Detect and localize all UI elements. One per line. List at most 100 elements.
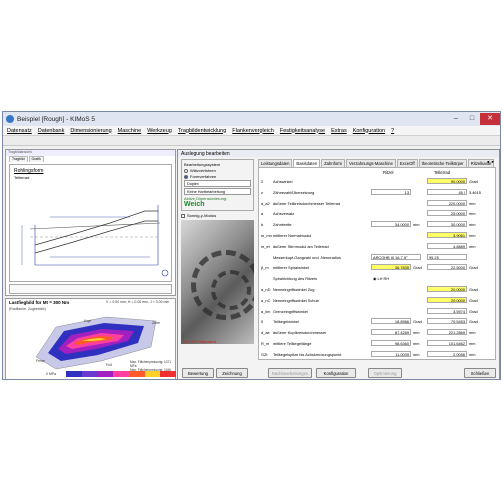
tab-5[interactable]: theoretische Teilkörper	[418, 159, 467, 167]
menu-item-4[interactable]: Werkzeug	[147, 128, 172, 134]
ritzel-value[interactable]: 36.7835	[371, 264, 411, 271]
radio-waelzverfahren[interactable]: Wälzverfahren	[184, 168, 251, 173]
menu-item-8[interactable]: Extras	[331, 128, 347, 134]
toolbar	[3, 136, 500, 146]
row-symbol: GZt	[261, 351, 268, 357]
tellerrad-value[interactable]: 101.6462	[427, 340, 467, 346]
label-fuss: Fuß	[106, 363, 113, 367]
tellerrad-value[interactable]: 22.5000	[427, 264, 467, 271]
table-row: Spiralrichtung des Ritzels ◉ LH RH	[259, 275, 495, 282]
row-label: Zähnezahl/Übersetzung	[273, 189, 315, 195]
tellerrad-value[interactable]: 221.2869	[427, 329, 467, 336]
contact-pattern-panel: Tragbildansicht Tragbild Grafik Rohlings…	[5, 149, 176, 296]
table-row: m_et äußerer Stirnmodul am Tellerrad 4.888…	[259, 242, 495, 250]
row-label: Achswinkel	[273, 179, 293, 184]
maximize-icon[interactable]: □	[464, 113, 480, 125]
tab-tragbild[interactable]: Tragbild	[9, 156, 28, 162]
menu-item-2[interactable]: Dimensionierung	[70, 128, 111, 134]
tellerrad-unit: mm	[469, 200, 476, 206]
zeichnung-button[interactable]: Zeichnung	[216, 368, 248, 378]
dialog-left-column: Bearbeitungssystem Wälzverfahren Formver…	[181, 159, 254, 366]
row-symbol: d_ae	[261, 330, 270, 336]
menu-item-10[interactable]: ?	[391, 128, 394, 134]
tellerrad-value[interactable]: 220.0000	[427, 199, 467, 206]
tellerrad-value[interactable]: 20.0000	[427, 286, 467, 292]
row-symbol: d_a2	[261, 200, 270, 206]
spiral-radio[interactable]: ◉ LH RH	[373, 276, 389, 281]
panel-statusbar	[9, 284, 172, 294]
schliessen-button[interactable]: Schließen	[464, 368, 496, 378]
basisdaten-table: Ritzel Tellerrad Σ Achswinkel 90.0000 Grad z…	[258, 167, 496, 360]
menu-item-1[interactable]: Datenbank	[38, 128, 65, 134]
label-ferse: Ferse	[36, 359, 45, 363]
close-icon[interactable]: ✕	[480, 113, 500, 125]
tellerrad-unit: 3.4615	[469, 189, 481, 195]
tab-0[interactable]: Leistungsdaten	[258, 159, 293, 167]
row-symbol: R_m	[261, 341, 270, 346]
row-symbol: α_lim	[261, 308, 271, 314]
sonnig-checkbox[interactable]: Sonnig-y-Modus	[181, 213, 254, 218]
select-duplex[interactable]: Duplex	[184, 180, 251, 187]
table-row: R_m mittlere Teilkegellänge 98.6360 mm 101.6…	[259, 340, 495, 347]
cutter-select[interactable]: ARCOHB III 16-7.5°	[371, 253, 421, 260]
pressure-color-scale	[66, 371, 177, 377]
tellerrad-value[interactable]: 30.0000	[427, 221, 467, 228]
menu-item-7[interactable]: Festigkeitsanalyse	[280, 128, 325, 134]
tab-4[interactable]: ExceOff	[396, 159, 418, 167]
menu-item-0[interactable]: Datensatz	[7, 128, 32, 134]
tab-1[interactable]: Basisdaten	[293, 159, 321, 167]
tellerrad-value[interactable]: 3.9061	[427, 232, 467, 238]
tellerrad-unit: Grad	[469, 308, 478, 314]
tellerrad-value[interactable]: 4.8889	[427, 242, 467, 249]
gear-footer: DIN ISO Standard	[183, 339, 217, 344]
row-symbol: β_m	[261, 265, 269, 271]
konfiguration-button[interactable]: Konfiguration	[316, 368, 356, 378]
radius-select[interactable]: 95.25	[427, 253, 467, 260]
bewertung-button[interactable]: Bewertung	[182, 368, 214, 378]
blank-profile-drawing	[21, 205, 169, 277]
ritzel-value[interactable]: 34.0000	[371, 221, 411, 228]
tellerrad-unit: mm	[469, 351, 476, 357]
table-row: δ Teilkegelwinkel 18.8966 Grad 70.5453 Grad	[259, 318, 495, 325]
dialog-tabs: Leistungsdaten Basisdaten Zahnform Verzahnu…	[258, 159, 495, 167]
row-symbol: b	[261, 222, 264, 228]
menu-item-3[interactable]: Maschine	[118, 128, 142, 134]
ritzel-value[interactable]: 98.6360	[371, 340, 411, 346]
tab-2[interactable]: Zahnform	[321, 159, 346, 167]
ritzel-value[interactable]: 11.0039	[371, 350, 411, 357]
tellerrad-value[interactable]: 20.0000	[427, 296, 467, 303]
tellerrad-value[interactable]: 25.0000	[427, 210, 467, 217]
menu-item-5[interactable]: Tragbildentwicklung	[178, 128, 226, 134]
radio-formverfahren[interactable]: Formverfahren	[184, 174, 251, 179]
menu-item-9[interactable]: Konfiguration	[353, 128, 385, 134]
tab-3[interactable]: Verzahnungs-Maschine	[346, 159, 396, 167]
tellerrad-unit: mm	[469, 211, 476, 217]
ritzel-unit: Grad	[413, 265, 422, 271]
select-hartbearbeitung[interactable]: Keine Hartbearbeitung	[184, 188, 251, 195]
table-row: β_m mittlerer Spiralwinkel 36.7835 Grad 22.5…	[259, 264, 495, 271]
minimize-icon[interactable]: –	[448, 113, 464, 125]
tellerrad-value[interactable]: 90.0000	[427, 178, 467, 184]
tellerrad-value[interactable]: 45 /	[427, 188, 467, 195]
tab-scroll-arrows[interactable]: ◄ ►	[486, 159, 495, 164]
tellerrad-value[interactable]: 70.5453	[427, 318, 467, 325]
row-label: Achsversatz	[273, 211, 295, 217]
row-label: Grenzeingriffswinkel	[273, 308, 308, 314]
row-symbol: m_et	[261, 243, 270, 249]
row-symbol: Σ	[261, 179, 264, 184]
ritzel-value[interactable]: 13	[371, 188, 411, 195]
tellerrad-value[interactable]: 3.5974	[427, 307, 467, 314]
tellerrad-value[interactable]: 2.0056	[427, 350, 467, 357]
ritzel-unit: mm	[413, 222, 420, 228]
optimierung-button[interactable]: Optimierung	[368, 368, 402, 378]
nachbearbeitungen-button[interactable]: Nachbearbeitungen	[268, 368, 312, 378]
tellerrad-unit: mm	[469, 330, 476, 336]
row-label: mittlerer Normalmodul	[273, 233, 312, 238]
ritzel-value[interactable]: 87.4289	[371, 329, 411, 336]
row-symbol: α_nC	[261, 297, 271, 303]
tab-grafik[interactable]: Grafik	[28, 156, 44, 162]
main-window: Beispiel [Rough] - KIMoS 5 – □ ✕ Datensa…	[2, 111, 501, 380]
menu-item-6[interactable]: Flankenvergleich	[232, 128, 274, 134]
ritzel-value[interactable]: 18.8966	[371, 318, 411, 325]
dialog-title: Auslegung bearbeiten	[178, 150, 499, 157]
